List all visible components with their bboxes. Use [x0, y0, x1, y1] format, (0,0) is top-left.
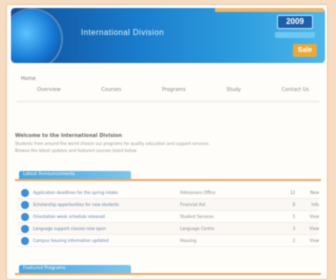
year-badge: 2009	[277, 15, 313, 29]
section-tab[interactable]: Latest Announcements	[19, 171, 131, 179]
table-row[interactable]: Campus housing information updated Housi…	[17, 235, 319, 247]
table-row[interactable]: Scholarship opportunities for new studen…	[17, 199, 319, 211]
bullet-icon	[21, 188, 29, 197]
banner-accent-strip	[215, 8, 325, 12]
intro-text: Students from around the world choose ou…	[15, 141, 210, 146]
table-row[interactable]: Language support classes now open Langua…	[17, 223, 319, 235]
site-title: International Division	[81, 28, 165, 37]
row-title-link[interactable]: Language support classes now open	[33, 226, 180, 231]
bullet-icon	[21, 212, 29, 221]
bullet-icon	[21, 224, 29, 233]
row-department: Student Services	[179, 214, 214, 219]
sale-badge[interactable]: Sale	[293, 44, 317, 57]
row-department: Language Centre	[179, 226, 215, 231]
nav-item-study[interactable]: Study	[227, 87, 241, 93]
row-action-link[interactable]: View	[295, 214, 319, 219]
nav-item-overview[interactable]: Overview	[37, 87, 61, 93]
row-action-link[interactable]: View	[295, 238, 319, 243]
row-title-link[interactable]: Campus housing information updated	[33, 238, 180, 243]
nav-item-programs[interactable]: Programs	[162, 87, 186, 93]
row-action-link[interactable]: Info	[295, 202, 319, 207]
section-header: Featured Programs	[15, 265, 321, 279]
table-row[interactable]: Orientation week schedule released Stude…	[17, 211, 319, 223]
row-count: 5	[292, 214, 296, 219]
table-row[interactable]: Application deadlines for the spring int…	[17, 187, 319, 199]
page-frame: International Division 2009 Sale Home Ov…	[6, 4, 328, 280]
row-title-link[interactable]: Application deadlines for the spring int…	[33, 190, 180, 195]
row-action-link[interactable]: New	[295, 190, 319, 195]
section-tab[interactable]: Featured Programs	[19, 265, 131, 273]
intro-title: Welcome to the International Division	[15, 133, 122, 139]
badge-subline	[275, 32, 315, 38]
nav-home-link[interactable]: Home	[21, 76, 36, 82]
bullet-icon	[21, 200, 29, 209]
globe-logo-icon[interactable]	[11, 10, 61, 63]
row-count: 12	[290, 190, 296, 195]
row-title-link[interactable]: Scholarship opportunities for new studen…	[33, 202, 180, 207]
row-count: 8	[292, 202, 296, 207]
row-department: Admissions Office	[179, 190, 216, 195]
main-nav: Home Overview Courses Programs Study Con…	[17, 73, 319, 103]
nav-item-contact[interactable]: Contact Us	[282, 87, 309, 93]
nav-divider	[17, 101, 319, 102]
header-banner: International Division 2009 Sale	[11, 8, 325, 63]
bullet-icon	[21, 236, 29, 245]
intro-text: Browse the latest updates and featured c…	[15, 148, 138, 153]
row-count: 3	[292, 226, 296, 231]
row-action-link[interactable]: View	[295, 226, 319, 231]
intro-block: Welcome to the International Division St…	[15, 133, 321, 153]
row-department: Financial Aid	[179, 202, 206, 207]
row-department: Housing	[179, 238, 197, 243]
nav-item-courses[interactable]: Courses	[101, 87, 121, 93]
row-count: 2	[292, 238, 296, 243]
row-title-link[interactable]: Orientation week schedule released	[33, 214, 180, 219]
announcements-table: Application deadlines for the spring int…	[17, 187, 319, 247]
